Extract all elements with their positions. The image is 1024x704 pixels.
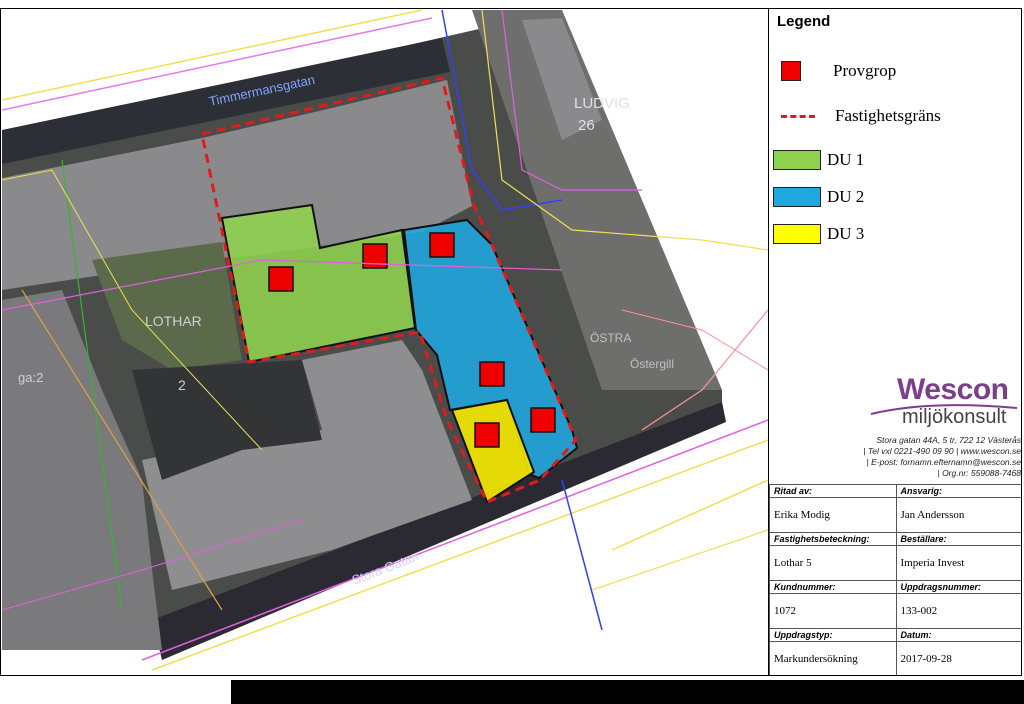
legend-item-du2: DU 2: [773, 187, 864, 207]
legend-title: Legend: [777, 13, 831, 30]
provgrop-marker: [268, 266, 294, 292]
legend-label: DU 2: [827, 187, 865, 206]
company-email: | E-post: fornamn.efternamn@wescon.se: [866, 457, 1021, 467]
provgrop-marker: [530, 407, 556, 433]
fastighet-label: Fastighetsbeteckning:: [769, 531, 897, 546]
uppdragstyp-label: Uppdragstyp:: [769, 627, 897, 642]
uppdragstyp-value: Markundersökning: [769, 640, 897, 675]
block-label-ostra: ÖSTRA: [590, 331, 631, 345]
legend-item-du1: DU 1: [773, 150, 864, 170]
ritad-av-label: Ritad av:: [769, 484, 897, 498]
ritad-av-value: Erika Modig: [769, 496, 897, 533]
map-sheet: Timmermansgatan Stora Gatan LUDVIG 26 LO…: [0, 8, 1022, 676]
legend-label: DU 3: [827, 224, 865, 243]
block-label-ga2: ga:2: [18, 370, 43, 385]
datum-value: 2017-09-28: [895, 640, 1021, 675]
yellow-box-icon: [773, 224, 821, 244]
legend-label: Provgrop: [833, 61, 897, 80]
provgrop-marker: [429, 232, 455, 258]
title-block: Ritad av: Ansvarig: Erika Modig Jan Ande…: [769, 484, 1021, 675]
black-bar: [231, 680, 1024, 704]
kundnummer-label: Kundnummer:: [769, 579, 897, 594]
legend-label: DU 1: [827, 150, 865, 169]
fastighet-value: Lothar 5: [769, 544, 897, 581]
company-subtitle: miljökonsult: [902, 406, 1007, 428]
legend-panel: Legend Provgrop Fastighetsgräns DU 1 DU …: [768, 9, 1022, 675]
utility-line: [561, 479, 603, 631]
block-label-lothar: LOTHAR: [145, 313, 202, 329]
blue-box-icon: [773, 187, 821, 207]
uppdragsnummer-label: Uppdragsnummer:: [895, 579, 1021, 594]
company-orgnr: | Org.nr: 559088-7468: [937, 468, 1022, 478]
uppdragsnummer-value: 133-002: [895, 592, 1021, 629]
block-label-2: 2: [178, 377, 186, 393]
aerial-map: Timmermansgatan Stora Gatan LUDVIG 26 LO…: [2, 10, 768, 671]
company-phone: | Tel vxl 0221-490 09 90 | www.wescon.se: [863, 446, 1021, 456]
utility-line: [611, 479, 768, 551]
legend-label: Fastighetsgräns: [835, 106, 941, 125]
red-square-icon: [781, 61, 801, 81]
red-dashed-line-icon: [781, 114, 815, 118]
ansvarig-label: Ansvarig:: [895, 484, 1021, 498]
legend-item-fastighetsgrans: Fastighetsgräns: [773, 106, 941, 126]
company-address: Stora gatan 44A, 5 tr, 722 12 Västerås: [876, 435, 1021, 445]
datum-label: Datum:: [895, 627, 1021, 642]
kundnummer-value: 1072: [769, 592, 897, 629]
legend-item-du3: DU 3: [773, 224, 864, 244]
ansvarig-value: Jan Andersson: [895, 496, 1021, 533]
green-box-icon: [773, 150, 821, 170]
legend-item-provgrop: Provgrop: [773, 61, 896, 81]
block-label-26: 26: [578, 117, 595, 134]
bestallare-value: Imperia Invest: [895, 544, 1021, 581]
block-label-ostergill: Östergill: [630, 357, 674, 371]
provgrop-marker: [479, 361, 505, 387]
block-label-ludvig: LUDVIG: [574, 95, 630, 112]
utility-line: [591, 529, 768, 591]
bestallare-label: Beställare:: [895, 531, 1021, 546]
provgrop-marker: [474, 422, 500, 448]
